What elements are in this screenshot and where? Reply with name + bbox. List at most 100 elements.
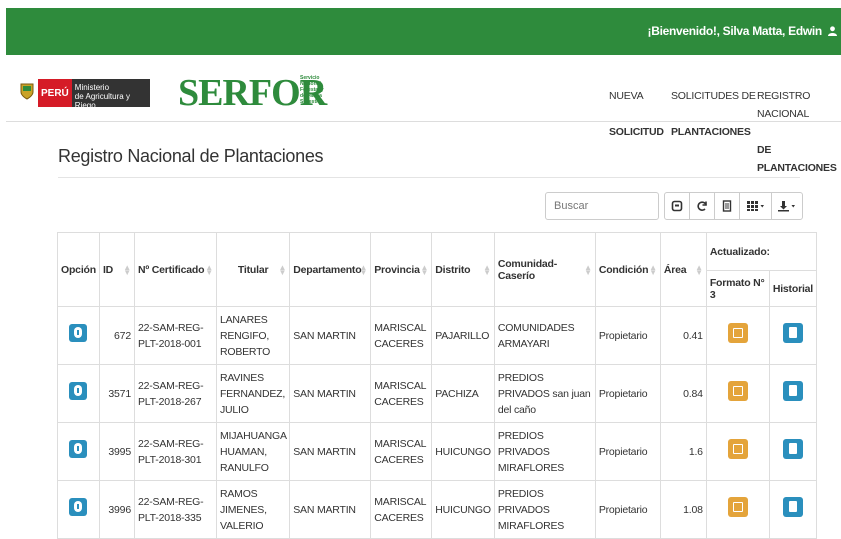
info-button[interactable] [69, 324, 88, 342]
col-label: Nº Certificado [137, 263, 205, 276]
list-view-button[interactable] [714, 192, 740, 220]
provincia-cell: MARISCAL CACERES [370, 480, 433, 539]
ministry-logo[interactable]: PERÚ Ministerio de Agricultura y Riego [38, 79, 150, 110]
sort-icon: ▲ ▼ [483, 262, 491, 277]
certificado-cell: 22-SAM-REG-PLT-2018-267 [133, 364, 217, 423]
nav-label-line1: SOLICITUDES DE [671, 90, 756, 102]
export-icon [778, 201, 795, 212]
export-dropdown[interactable] [771, 192, 803, 220]
historial-button[interactable] [782, 497, 803, 517]
peru-label: PERÚ [38, 79, 72, 107]
col-provincia[interactable]: Provincia ▲ ▼ [370, 232, 433, 307]
nav-label-line1: NUEVA [609, 90, 644, 102]
distrito-cell: HUICUNGO [431, 422, 495, 481]
col-actualizado: Actualizado: [705, 232, 818, 271]
table-row: 672 22-SAM-REG-PLT-2018-001 LANARES RENG… [57, 306, 818, 365]
columns-icon [746, 201, 764, 211]
id-cell: 3996 [98, 480, 135, 539]
col-opcion[interactable]: Opción [57, 232, 100, 307]
edit-icon [732, 386, 743, 396]
area-cell: 1.6 [659, 422, 707, 481]
condicion-cell: Propietario [594, 480, 661, 539]
historial-button[interactable] [782, 439, 803, 459]
sort-icon: ▲ ▼ [123, 262, 131, 277]
refresh-icon [697, 201, 707, 211]
provincia-cell: MARISCAL CACERES [370, 364, 433, 423]
col-label: Actualizado: [709, 245, 770, 258]
provincia-cell: MARISCAL CACERES [370, 422, 433, 481]
table-row: 3996 22-SAM-REG-PLT-2018-335 RAMOS JIMEN… [57, 480, 818, 539]
col-id[interactable]: ID ▲ ▼ [98, 232, 135, 307]
top-bar: ¡Bienvenido!, Silva Matta, Edwin [6, 8, 841, 55]
info-icon [74, 327, 83, 338]
certificado-cell: 22-SAM-REG-PLT-2018-335 [133, 480, 217, 539]
comunidad-cell: COMUNIDADES ARMAYARI [493, 306, 596, 365]
info-button[interactable] [69, 382, 88, 400]
historial-button[interactable] [782, 381, 803, 401]
col-label: ID [102, 263, 114, 276]
user-menu[interactable]: ¡Bienvenido!, Silva Matta, Edwin [648, 24, 837, 38]
id-cell: 672 [98, 306, 135, 365]
edit-formato-button[interactable] [727, 381, 748, 401]
info-icon [74, 443, 83, 454]
area-cell: 0.84 [659, 364, 707, 423]
sort-icon: ▲ ▼ [420, 262, 429, 277]
col-distrito[interactable]: Distrito ▲ ▼ [431, 232, 495, 307]
condicion-cell: Propietario [594, 422, 661, 481]
col-area[interactable]: Área ▲ ▼ [659, 232, 707, 307]
refresh-button[interactable] [689, 192, 715, 220]
col-label: Condición [598, 263, 649, 276]
col-condicion[interactable]: Condición ▲ ▼ [594, 232, 661, 307]
columns-dropdown[interactable] [739, 192, 772, 220]
edit-formato-button[interactable] [727, 323, 748, 343]
edit-icon [732, 502, 743, 512]
id-cell: 3995 [98, 422, 135, 481]
titular-cell: RAVINES FERNANDEZ, JULIO [215, 364, 291, 423]
col-label: Área [663, 263, 687, 276]
info-button[interactable] [69, 440, 88, 458]
historial-cell [768, 422, 818, 481]
sort-icon: ▲ ▼ [695, 262, 703, 277]
toggle-button[interactable] [664, 192, 690, 220]
info-button[interactable] [69, 498, 88, 516]
col-departamento[interactable]: Departamento ▲ ▼ [289, 232, 372, 307]
comunidad-cell: PREDIOS PRIVADOS san juan del caño [493, 364, 596, 423]
nav-label-line1: REGISTRO NACIONAL [757, 90, 811, 120]
historial-cell [768, 306, 818, 365]
col-certificado[interactable]: Nº Certificado ▲ ▼ [133, 232, 217, 307]
nav-solicitudes-plantaciones[interactable]: SOLICITUDES DE PLANTACIONES [671, 69, 756, 159]
area-cell: 1.08 [659, 480, 707, 539]
comunidad-cell: PREDIOS PRIVADOS MIRAFLORES [493, 422, 596, 481]
col-label: Provincia [374, 263, 420, 276]
col-label: Formato N° 3 [709, 276, 765, 301]
certificado-cell: 22-SAM-REG-PLT-2018-301 [133, 422, 217, 481]
search-input[interactable] [545, 192, 659, 220]
nav-label-line2: DE PLANTACIONES [757, 144, 837, 174]
coat-of-arms-icon [20, 83, 34, 100]
distrito-cell: HUICUNGO [431, 480, 495, 539]
col-titular[interactable]: Titular ▲ ▼ [215, 232, 291, 307]
historial-button[interactable] [782, 323, 803, 343]
distrito-cell: PACHIZA [431, 364, 495, 423]
historial-cell [768, 480, 818, 539]
sort-icon: ▲ ▼ [278, 262, 287, 277]
departamento-cell: SAN MARTIN [289, 364, 372, 423]
serfor-subtitle: Servicio Nacional Forestal y de Fauna Si… [300, 75, 324, 105]
col-comunidad[interactable]: Comunidad-Caserío ▲ ▼ [493, 232, 596, 307]
nav-nueva-solicitud[interactable]: NUEVA SOLICITUD [609, 69, 664, 159]
sort-icon: ▲ ▼ [649, 262, 657, 277]
col-label: Departamento [293, 263, 362, 276]
edit-icon [732, 444, 743, 454]
titular-cell: MIJAHUANGA HUAMAN, RANULFO [215, 422, 291, 481]
col-historial: Historial [768, 270, 818, 307]
area-cell: 0.41 [659, 306, 707, 365]
edit-formato-button[interactable] [727, 439, 748, 459]
col-label: Comunidad-Caserío [497, 257, 558, 282]
user-icon [828, 26, 837, 36]
welcome-text: ¡Bienvenido!, Silva Matta, Edwin [647, 24, 823, 38]
ministry-label: Ministerio de Agricultura y Riego [74, 83, 130, 110]
edit-formato-button[interactable] [727, 497, 748, 517]
opcion-cell [57, 306, 100, 365]
historial-cell [768, 364, 818, 423]
info-icon [74, 501, 83, 512]
